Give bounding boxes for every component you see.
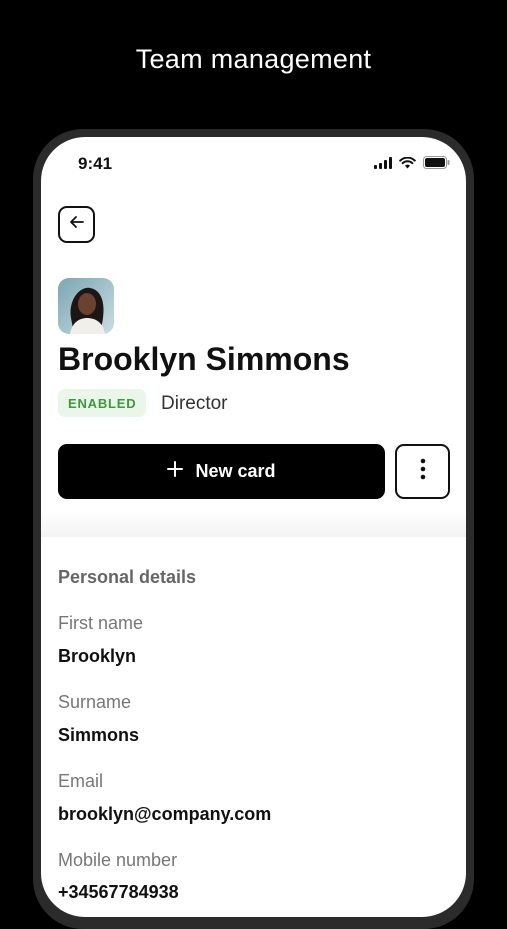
back-arrow-icon (68, 213, 86, 236)
back-button[interactable] (58, 206, 95, 243)
new-card-label: New card (195, 461, 276, 481)
personal-details-title: Personal details (58, 567, 197, 587)
wifi-icon (399, 156, 416, 174)
section-divider (41, 511, 466, 537)
page-headline: Team management (135, 44, 372, 74)
surname-label: Surname (58, 692, 132, 712)
first-name-label: First name (58, 613, 144, 633)
status-badge: ENABLED (58, 389, 147, 417)
email-label: Email (58, 771, 104, 791)
avatar (58, 278, 114, 334)
profile-name: Brooklyn Simmons (58, 341, 350, 377)
battery-icon (423, 156, 450, 174)
surname-value: Simmons (58, 725, 140, 745)
new-card-button[interactable]: New card (58, 444, 385, 499)
cellular-signal-icon (374, 156, 392, 174)
more-options-button[interactable] (395, 444, 450, 499)
phone-screen: 9:41 Brooklyn Simmons ENABLED Director N… (41, 137, 466, 917)
status-bar: 9:41 (41, 137, 466, 187)
plus-icon (167, 461, 184, 482)
first-name-value: Brooklyn (58, 646, 137, 666)
status-icons (374, 156, 450, 174)
status-time: 9:41 (78, 154, 113, 173)
role-label: Director (161, 393, 228, 414)
mobile-number-label: Mobile number (58, 850, 178, 870)
email-value: brooklyn@company.com (58, 804, 272, 824)
more-vertical-icon (420, 458, 426, 485)
